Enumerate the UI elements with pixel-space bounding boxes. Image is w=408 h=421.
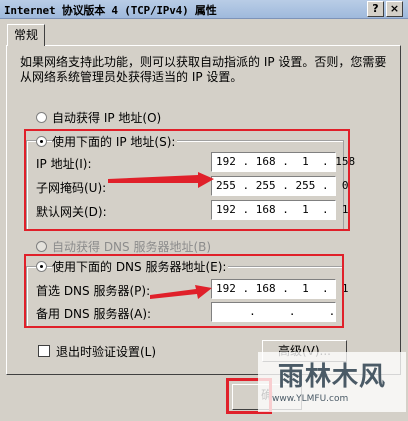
- dns-arrow-icon: [150, 285, 212, 299]
- description-text: 如果网络支持此功能，则可以获取自动指派的 IP 设置。否则，您需要从网络系统管理…: [20, 55, 387, 84]
- watermark-logo: 雨林木风: [278, 362, 387, 392]
- close-button[interactable]: ×: [386, 1, 403, 17]
- auto-ip-radio[interactable]: [36, 112, 47, 123]
- window-title: Internet 协议版本 4 (TCP/IPv4) 属性: [4, 4, 217, 17]
- validate-on-exit-label: 退出时验证设置(L): [56, 345, 157, 359]
- auto-dns-radio[interactable]: [36, 241, 47, 252]
- title-bar: Internet 协议版本 4 (TCP/IPv4) 属性 ? ×: [0, 0, 408, 19]
- subnet-arrow-icon: [108, 172, 214, 188]
- tab-general[interactable]: 常规: [7, 24, 45, 46]
- watermark: 雨林木风 www.YLMFU.com: [258, 352, 406, 412]
- close-icon: ×: [389, 2, 400, 15]
- watermark-url: www.YLMFU.com: [272, 394, 349, 404]
- validate-on-exit-checkbox[interactable]: [38, 345, 50, 357]
- auto-ip-label: 自动获得 IP 地址(O): [52, 111, 162, 125]
- help-button[interactable]: ?: [367, 1, 384, 17]
- auto-dns-label: 自动获得 DNS 服务器地址(B): [52, 240, 212, 254]
